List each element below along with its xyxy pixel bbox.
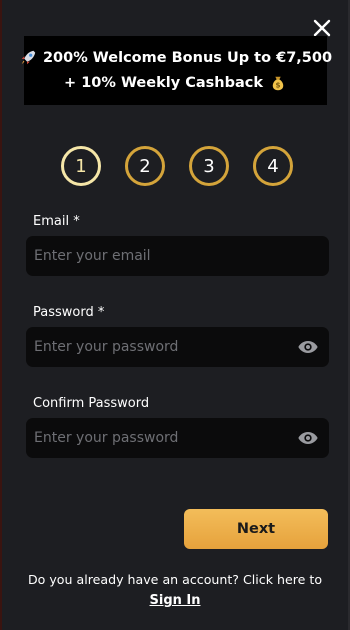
email-field-container bbox=[26, 236, 329, 276]
step-2[interactable]: 2 bbox=[125, 146, 165, 186]
confirm-password-field-container bbox=[26, 418, 329, 458]
step-3[interactable]: 3 bbox=[189, 146, 229, 186]
banner-line-1: 200% Welcome Bonus Up to €7,500 bbox=[19, 46, 332, 71]
eye-icon[interactable] bbox=[297, 427, 319, 449]
account-prompt: Do you already have an account? Click he… bbox=[27, 572, 323, 587]
sign-in-link[interactable]: Sign In bbox=[0, 593, 350, 608]
email-field[interactable] bbox=[34, 248, 321, 264]
rocket-icon bbox=[19, 49, 37, 67]
eye-icon[interactable] bbox=[297, 336, 319, 358]
bonus-banner: 200% Welcome Bonus Up to €7,500 + 10% We… bbox=[21, 36, 332, 105]
banner-title: 200% Welcome Bonus Up to €7,500 bbox=[42, 49, 333, 66]
confirm-password-label: Confirm Password bbox=[33, 396, 150, 411]
step-indicator: 1 2 3 4 bbox=[61, 146, 293, 186]
password-field-container bbox=[26, 327, 329, 367]
email-label: Email * bbox=[33, 214, 80, 229]
banner-subtitle: + 10% Weekly Cashback bbox=[64, 74, 263, 91]
next-button[interactable]: Next bbox=[184, 509, 328, 549]
password-label: Password * bbox=[33, 305, 105, 320]
step-1[interactable]: 1 bbox=[61, 146, 101, 186]
money-bag-icon: $ bbox=[269, 74, 287, 92]
confirm-password-field[interactable] bbox=[34, 430, 297, 446]
password-field[interactable] bbox=[34, 339, 297, 355]
step-4[interactable]: 4 bbox=[253, 146, 293, 186]
banner-line-2: + 10% Weekly Cashback $ bbox=[64, 71, 287, 96]
svg-text:$: $ bbox=[275, 81, 280, 90]
signup-modal: 200% Welcome Bonus Up to €7,500 + 10% We… bbox=[2, 0, 348, 630]
